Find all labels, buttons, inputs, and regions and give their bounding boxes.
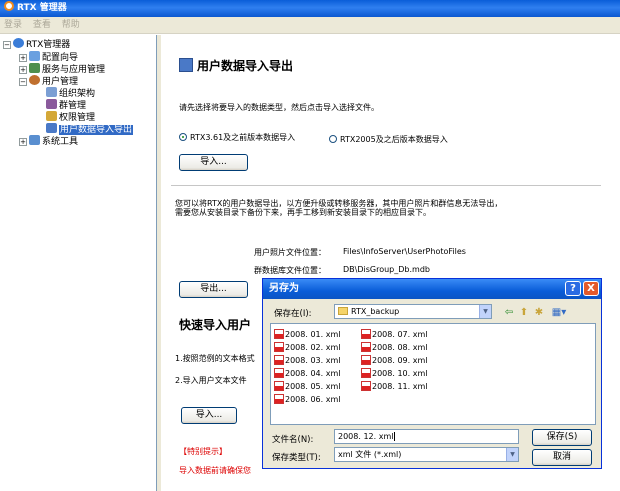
text-cursor xyxy=(394,432,396,441)
photo-location-label: 用户照片文件位置： xyxy=(254,248,326,257)
radio-unselected-icon[interactable] xyxy=(329,135,337,143)
save-as-dialog: 另存为 ? X 保存在(I): RTX_backup ▼ ⇦ ⬆ ✱ ▦▾ 20… xyxy=(262,278,602,469)
chevron-down-icon[interactable]: ▼ xyxy=(479,305,491,318)
save-in-dropdown[interactable]: RTX_backup ▼ xyxy=(334,304,492,319)
tree-item-system-tools[interactable]: + 系统工具 xyxy=(19,135,78,147)
db-location-path: DB\DisGroup_Db.mdb xyxy=(343,265,430,274)
help-button[interactable]: ? xyxy=(565,281,581,296)
page-title: 用户数据导入导出 xyxy=(179,57,293,74)
tree-item-user-data-import-export[interactable]: 用户数据导入导出 xyxy=(46,123,134,135)
file-item[interactable]: 2008. 02. xml xyxy=(274,342,340,353)
menu-help[interactable]: 帮助 xyxy=(62,20,80,30)
xml-file-icon xyxy=(361,381,371,391)
expand-icon[interactable]: + xyxy=(19,66,27,74)
back-icon[interactable]: ⇦ xyxy=(503,307,515,318)
tree-item-permission-management[interactable]: 权限管理 xyxy=(46,111,95,123)
xml-file-icon xyxy=(274,381,284,391)
instruction-text: 请先选择将要导入的数据类型，然后点击导入选择文件。 xyxy=(179,103,379,112)
folder-icon xyxy=(338,307,348,315)
notice-title: 【特别提示】 xyxy=(179,447,227,456)
menubar: 登录 查看 帮助 xyxy=(0,17,620,34)
expand-icon[interactable]: + xyxy=(19,138,27,146)
radio-selected-icon[interactable] xyxy=(179,133,187,141)
cancel-button[interactable]: 取消 xyxy=(532,449,592,466)
xml-file-icon xyxy=(274,355,284,365)
import-export-icon xyxy=(46,123,57,133)
chevron-down-icon[interactable]: ▼ xyxy=(506,448,518,461)
file-item[interactable]: 2008. 01. xml xyxy=(274,329,340,340)
filetype-dropdown[interactable]: xml 文件 (*.xml) ▼ xyxy=(334,447,519,462)
window-title: RTX 管理器 xyxy=(17,3,67,13)
up-folder-icon[interactable]: ⬆ xyxy=(518,307,530,318)
db-location-label: 群数据库文件位置： xyxy=(254,266,326,275)
photo-location-path: Files\InfoServer\UserPhotoFiles xyxy=(343,247,466,256)
tree-item-group-management[interactable]: 群管理 xyxy=(46,99,86,111)
tree-item-config-wizard[interactable]: + 配置向导 xyxy=(19,51,78,63)
export-button[interactable]: 导出... xyxy=(179,281,248,298)
dialog-title: 另存为 xyxy=(263,279,601,299)
xml-file-icon xyxy=(274,342,284,352)
key-icon xyxy=(46,111,57,121)
tree-item-service-management[interactable]: + 服务与应用管理 xyxy=(19,63,105,75)
step1-text: 1.按照范例的文本格式 xyxy=(175,354,255,363)
import-users-button[interactable]: 导入... xyxy=(181,407,237,424)
file-item[interactable]: 2008. 05. xml xyxy=(274,381,340,392)
file-item[interactable]: 2008. 08. xml xyxy=(361,342,427,353)
export-description-line2: 需要您从安装目录下备份下来，再手工移到新安装目录下的相应目录下。 xyxy=(175,208,431,217)
tree-root[interactable]: − RTX管理器 xyxy=(3,38,70,50)
xml-file-icon xyxy=(361,368,371,378)
xml-file-icon xyxy=(274,329,284,339)
rtx-icon xyxy=(13,38,24,48)
tree-item-org-structure[interactable]: 组织架构 xyxy=(46,87,95,99)
tree-item-user-management[interactable]: − 用户管理 xyxy=(19,75,78,87)
save-button[interactable]: 保存(S) xyxy=(532,429,592,446)
tools-icon xyxy=(29,135,40,145)
radio-rtx361[interactable]: RTX3.61及之前版本数据导入 xyxy=(179,132,295,143)
import-button[interactable]: 导入... xyxy=(179,154,248,171)
import-export-icon xyxy=(179,58,193,72)
filename-input[interactable]: 2008. 12. xml xyxy=(334,429,519,444)
service-icon xyxy=(29,63,40,73)
file-item[interactable]: 2008. 06. xml xyxy=(274,394,340,405)
wizard-icon xyxy=(29,51,40,61)
collapse-icon[interactable]: − xyxy=(3,41,11,49)
file-list[interactable]: 2008. 01. xml 2008. 02. xml 2008. 03. xm… xyxy=(270,323,596,425)
collapse-icon[interactable]: − xyxy=(19,78,27,86)
file-item[interactable]: 2008. 09. xml xyxy=(361,355,427,366)
file-item[interactable]: 2008. 07. xml xyxy=(361,329,427,340)
rtx-app-icon xyxy=(4,1,14,11)
menu-view[interactable]: 查看 xyxy=(33,20,51,30)
file-item[interactable]: 2008. 10. xml xyxy=(361,368,427,379)
window-titlebar: RTX 管理器 xyxy=(0,0,620,17)
menu-login[interactable]: 登录 xyxy=(4,20,22,30)
users-icon xyxy=(29,75,40,85)
file-item[interactable]: 2008. 11. xml xyxy=(361,381,427,392)
view-menu-icon[interactable]: ▦▾ xyxy=(550,307,568,318)
group-icon xyxy=(46,99,57,109)
filetype-label: 保存类型(T): xyxy=(272,453,321,463)
xml-file-icon xyxy=(274,368,284,378)
notice-text: 导入数据前请确保您 xyxy=(179,466,251,475)
step2-text: 2.导入用户文本文件 xyxy=(175,376,247,385)
filename-label: 文件名(N): xyxy=(272,435,314,445)
xml-file-icon xyxy=(361,342,371,352)
org-icon xyxy=(46,87,57,97)
file-item[interactable]: 2008. 03. xml xyxy=(274,355,340,366)
radio-rtx2005[interactable]: RTX2005及之后版本数据导入 xyxy=(329,134,448,145)
xml-file-icon xyxy=(361,355,371,365)
file-item[interactable]: 2008. 04. xml xyxy=(274,368,340,379)
divider xyxy=(171,185,601,186)
new-folder-icon[interactable]: ✱ xyxy=(533,307,545,318)
expand-icon[interactable]: + xyxy=(19,54,27,62)
close-button[interactable]: X xyxy=(583,281,599,296)
quick-import-title: 快速导入用户 xyxy=(179,318,252,332)
save-in-label: 保存在(I): xyxy=(274,309,312,319)
xml-file-icon xyxy=(361,329,371,339)
xml-file-icon xyxy=(274,394,284,404)
navigation-tree: − RTX管理器 + 配置向导 + 服务与应用管理 − 用户管理 组织架构 群管理 权限… xyxy=(0,35,157,491)
